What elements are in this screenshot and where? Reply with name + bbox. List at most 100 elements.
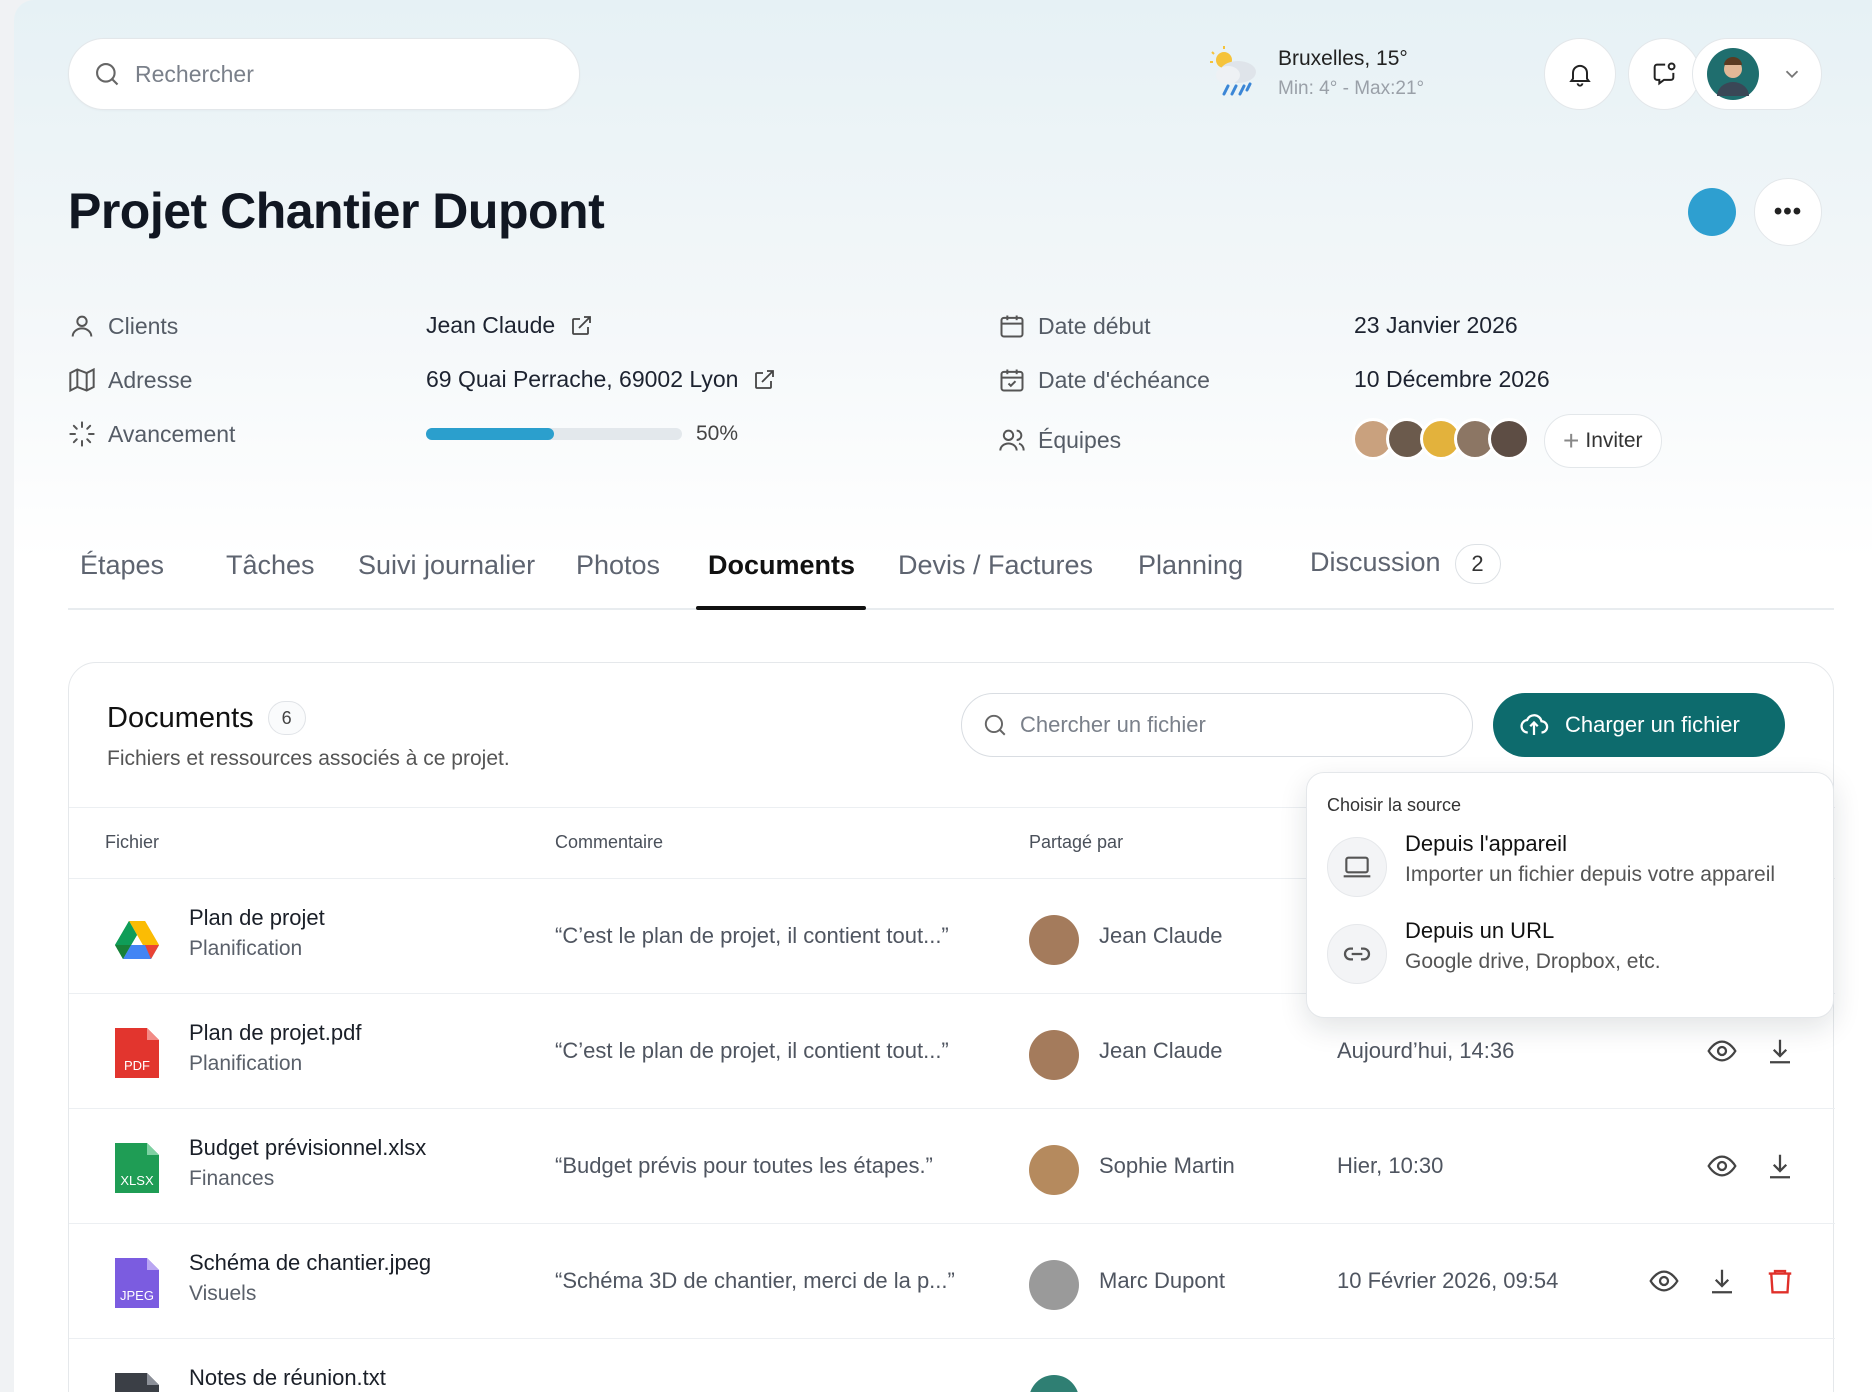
adresse-text[interactable]: 69 Quai Perrache, 69002 Lyon [426,366,738,393]
cloud-upload-icon [1520,714,1549,735]
info-clients: Clients [68,306,178,346]
tab-planning[interactable]: Planning [1138,550,1243,581]
calendar-icon [1000,315,1024,338]
source-device-option[interactable]: Depuis l'appareil Importer un fichier de… [1327,831,1817,901]
page-title: Projet Chantier Dupont [68,183,605,239]
tab-discussion[interactable]: Discussion 2 [1310,544,1501,584]
info-avancement: Avancement [68,414,235,454]
tab-etapes[interactable]: Étapes [80,550,164,581]
upload-file-button[interactable]: Charger un fichier [1493,693,1785,757]
rain-sun-icon [1210,46,1256,96]
more-options-button[interactable]: ••• [1754,178,1822,246]
users-icon [999,429,1025,451]
tab-devis-factures[interactable]: Devis / Factures [898,550,1093,581]
file-name[interactable]: Budget prévisionnel.xlsx [189,1135,426,1161]
shared-date: 10 Février 2026, 09:54 [1337,1268,1559,1293]
file-name[interactable]: Plan de projet [189,905,325,931]
tab-taches[interactable]: Tâches [226,550,315,581]
file-category: Visuels [189,1282,257,1305]
external-link-icon[interactable] [752,368,776,392]
adresse-label: Adresse [108,366,193,393]
table-row[interactable]: JPEG Schéma de chantier.jpeg Visuels “Sc… [69,1224,1835,1339]
documents-subtitle: Fichiers et ressources associés à ce pro… [107,747,510,770]
file-name[interactable]: Notes de réunion.txt [189,1365,386,1391]
clients-label: Clients [108,312,179,339]
source-url-title: Depuis un URL [1405,918,1555,943]
preview-button[interactable] [1703,1147,1741,1185]
delete-button[interactable] [1761,1262,1799,1300]
file-search-input[interactable]: Chercher un fichier [961,693,1473,757]
tab-bar: Étapes Tâches Suivi journalier Photos Do… [68,530,1834,610]
download-button[interactable] [1761,1032,1799,1070]
file-search-placeholder: Chercher un fichier [1020,712,1206,737]
invite-button[interactable]: + Inviter [1544,414,1662,468]
status-color-dot[interactable] [1688,188,1736,236]
eye-icon [1707,1155,1737,1177]
top-bar: Rechercher Bruxelles, 15° Min: 4° - Max:… [68,38,1834,110]
progress-fill [426,428,554,440]
external-link-icon[interactable] [569,314,593,338]
notifications-button[interactable] [1544,38,1616,110]
weather-city: Bruxelles, 15° [1278,47,1408,70]
clients-name[interactable]: Jean Claude [426,312,555,339]
profile-menu-button[interactable] [1692,38,1822,110]
laptop-icon [1327,837,1387,897]
preview-button[interactable] [1645,1262,1683,1300]
column-file: Fichier [105,832,160,852]
file-category: Planification [189,1052,303,1075]
clients-value[interactable]: Jean Claude [426,312,593,339]
search-placeholder: Rechercher [135,60,254,87]
table-row[interactable]: XLSX Budget prévisionnel.xlsx Finances “… [69,1109,1835,1224]
shared-date: Aujourd’hui, 14:36 [1337,1038,1515,1063]
shared-by: Marc Dupont [1099,1268,1225,1293]
download-icon [1770,1154,1790,1179]
tab-documents[interactable]: Documents [708,550,855,581]
global-search-input[interactable]: Rechercher [68,38,580,110]
column-shared-by: Partagé par [1029,832,1124,852]
plus-icon: + [1563,425,1580,456]
download-icon [1770,1039,1790,1064]
shared-date: Hier, 10:30 [1337,1153,1444,1178]
app-page: Rechercher Bruxelles, 15° Min: 4° - Max:… [14,0,1872,1392]
avatar [1029,915,1079,965]
team-avatars[interactable] [1352,418,1530,460]
txt-file-icon [115,1373,159,1392]
progress-percent: 50% [696,422,739,445]
source-url-option[interactable]: Depuis un URL Google drive, Dropbox, etc… [1327,918,1817,988]
table-row[interactable]: Notes de réunion.txt [69,1339,1835,1392]
upload-source-menu: Choisir la source Depuis l'appareil Impo… [1306,772,1834,1018]
link-icon [1327,924,1387,984]
download-button[interactable] [1703,1262,1741,1300]
tab-suivi-journalier[interactable]: Suivi journalier [358,550,535,581]
avatar [1029,1375,1079,1392]
trash-icon [1768,1269,1792,1294]
adresse-value[interactable]: 69 Quai Perrache, 69002 Lyon [426,366,776,393]
download-icon [1712,1269,1732,1294]
file-category: Planification [189,937,303,960]
pdf-file-icon: PDF [115,1028,159,1078]
active-tab-indicator [696,606,866,610]
shared-by: Jean Claude [1099,1038,1223,1063]
avancement-label: Avancement [108,420,236,447]
svg-text:JPEG: JPEG [120,1288,154,1303]
avatar[interactable] [1488,418,1530,460]
file-name[interactable]: Plan de projet.pdf [189,1020,361,1046]
xlsx-file-icon: XLSX [115,1143,159,1193]
tab-photos[interactable]: Photos [576,550,660,581]
download-button[interactable] [1761,1147,1799,1185]
preview-button[interactable] [1703,1032,1741,1070]
map-icon [69,367,95,393]
column-comment: Commentaire [555,832,664,852]
avatar [1029,1030,1079,1080]
info-date-debut: Date début [998,306,1151,346]
loader-icon [69,421,95,447]
weather-widget: Bruxelles, 15° Min: 4° - Max:21° [1204,38,1424,110]
file-name[interactable]: Schéma de chantier.jpeg [189,1250,431,1276]
messages-button[interactable] [1628,38,1700,110]
date-debut-value: 23 Janvier 2026 [1354,312,1518,338]
search-icon [984,714,1006,736]
jpeg-file-icon: JPEG [115,1258,159,1308]
file-comment: “Budget prévis pour toutes les étapes.” [555,1153,933,1178]
svg-text:XLSX: XLSX [120,1173,154,1188]
documents-title: Documents [107,701,254,734]
